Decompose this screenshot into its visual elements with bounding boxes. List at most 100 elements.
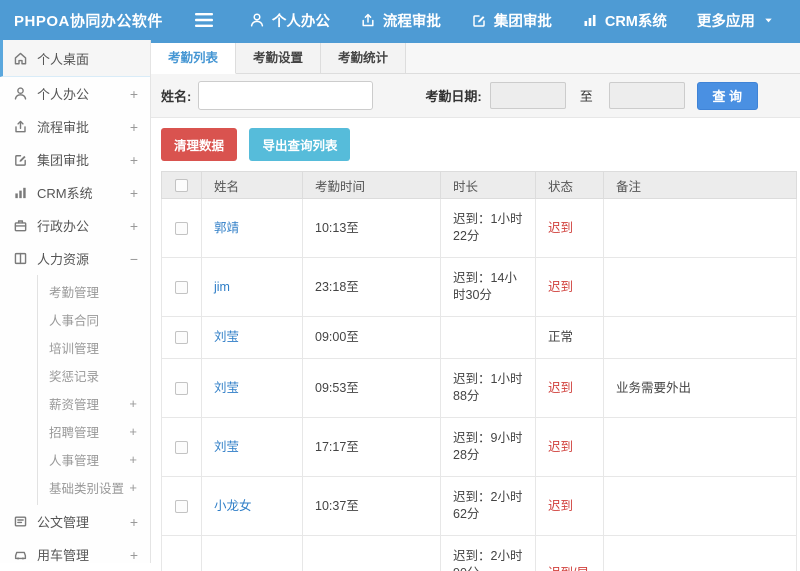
employee-name-link[interactable]: 小龙女 — [214, 499, 252, 513]
sidebar-sub-item-7[interactable]: 基础类别设置+ — [38, 473, 150, 501]
note — [604, 418, 797, 477]
tab-bar-filler — [406, 43, 800, 74]
sidebar-sub-item-3[interactable]: 奖惩记录 — [38, 361, 150, 389]
sidebar-item-1[interactable]: 个人办公 + — [0, 77, 150, 110]
employee-name-link[interactable]: 刘莹 — [214, 330, 239, 344]
employee-name-link[interactable]: 刘莹 — [214, 381, 239, 395]
table-row: 刘莹09:00至正常 — [162, 317, 797, 359]
topnav-label: CRM系统 — [605, 10, 667, 31]
sidebar-item-label: 用车管理 — [37, 545, 89, 564]
topnav-item-2[interactable]: 集团审批 — [471, 10, 552, 31]
sidebar-sub-item-label: 人事管理 — [49, 450, 99, 469]
table-row: 刘莹17:17至迟到：9小时28分迟到 — [162, 418, 797, 477]
user-icon — [249, 12, 265, 28]
topnav-item-3[interactable]: CRM系统 — [582, 10, 667, 31]
select-all-checkbox[interactable] — [175, 179, 188, 192]
date-to-input[interactable] — [609, 82, 685, 109]
collapse-minus-icon[interactable]: − — [130, 251, 138, 267]
attendance-time: 09:00至 — [303, 317, 441, 359]
sidebar-sub-item-1[interactable]: 人事合同 — [38, 305, 150, 333]
home-icon — [13, 51, 28, 66]
sidebar-item-0[interactable]: 个人桌面 — [0, 40, 150, 77]
user-icon — [13, 86, 28, 101]
topnav-label: 个人办公 — [272, 10, 330, 31]
sidebar-sub-item-label: 奖惩记录 — [49, 366, 99, 385]
row-checkbox[interactable] — [175, 500, 188, 513]
expand-plus-icon[interactable]: + — [130, 514, 138, 530]
sidebar-sub-item-5[interactable]: 招聘管理 + — [38, 417, 150, 445]
sidebar-item-5[interactable]: 行政办公 + — [0, 209, 150, 242]
menu-icon[interactable] — [195, 13, 213, 27]
column-header-2: 时长 — [441, 172, 536, 199]
sidebar-sub-item-label: 招聘管理 — [49, 422, 99, 441]
export-list-button[interactable]: 导出查询列表 — [249, 128, 350, 161]
status-badge: 迟到 — [548, 440, 573, 454]
name-input[interactable] — [198, 81, 373, 110]
main-content: 考勤列表考勤设置考勤统计 姓名: 考勤日期: 至 查 询 清理数据 导出查询列表… — [151, 40, 800, 571]
expand-plus-icon[interactable]: + — [129, 396, 137, 411]
sidebar-item-8[interactable]: 用车管理 + — [0, 538, 150, 571]
topnav-item-0[interactable]: 个人办公 — [249, 10, 330, 31]
sidebar-sub-item-0[interactable]: 考勤管理 — [38, 277, 150, 305]
expand-plus-icon[interactable]: + — [130, 86, 138, 102]
search-button[interactable]: 查 询 — [697, 82, 758, 110]
document-icon — [13, 514, 28, 529]
date-from-input[interactable] — [490, 82, 566, 109]
clear-data-button[interactable]: 清理数据 — [161, 128, 237, 161]
sidebar-item-3[interactable]: 集团审批 + — [0, 143, 150, 176]
expand-plus-icon[interactable]: + — [130, 119, 138, 135]
tab-0[interactable]: 考勤列表 — [151, 43, 236, 74]
sidebar: 个人桌面个人办公 + 流程审批 + 集团审批 + CRM系统 + 行政办公 + 人力资源− 考勤管理人… — [0, 40, 151, 563]
employee-name-link[interactable]: jim — [214, 280, 230, 294]
status-badge: 迟到 — [548, 221, 573, 235]
sidebar-sub-item-2[interactable]: 培训管理 — [38, 333, 150, 361]
expand-plus-icon[interactable]: + — [130, 218, 138, 234]
date-label: 考勤日期: — [425, 86, 481, 105]
expand-plus-icon[interactable]: + — [129, 480, 137, 495]
sidebar-item-label: 集团审批 — [37, 150, 89, 169]
row-checkbox[interactable] — [175, 222, 188, 235]
chart-icon — [582, 12, 598, 28]
row-checkbox[interactable] — [175, 382, 188, 395]
row-checkbox[interactable] — [175, 281, 188, 294]
expand-plus-icon[interactable]: + — [130, 185, 138, 201]
sidebar-sub-item-label: 培训管理 — [49, 338, 99, 357]
employee-name-link[interactable]: 刘莹 — [214, 440, 239, 454]
sidebar-sub-item-4[interactable]: 薪资管理+ — [38, 389, 150, 417]
tab-1[interactable]: 考勤设置 — [236, 43, 321, 74]
note — [604, 199, 797, 258]
expand-plus-icon[interactable]: + — [129, 452, 137, 467]
process-icon — [360, 12, 376, 28]
expand-plus-icon[interactable]: + — [130, 547, 138, 563]
tab-2[interactable]: 考勤统计 — [321, 43, 406, 74]
sidebar-item-label: 流程审批 — [37, 117, 89, 136]
row-checkbox[interactable] — [175, 331, 188, 344]
sidebar-item-label: CRM系统 — [37, 183, 93, 202]
row-checkbox[interactable] — [175, 441, 188, 454]
sidebar-item-6[interactable]: 人力资源− — [0, 242, 150, 275]
sidebar-item-label: 公文管理 — [37, 512, 89, 531]
sidebar-sub-item-6[interactable]: 人事管理 + — [38, 445, 150, 473]
sidebar-item-2[interactable]: 流程审批 + — [0, 110, 150, 143]
attendance-time: 10:37至 — [303, 477, 441, 536]
chart-icon — [13, 185, 28, 200]
attendance-time: 17:17至 — [303, 418, 441, 477]
expand-plus-icon[interactable]: + — [130, 152, 138, 168]
topnav-item-4[interactable]: 更多应用 — [697, 10, 774, 31]
column-header-4: 备注 — [604, 172, 797, 199]
sidebar-item-4[interactable]: CRM系统 + — [0, 176, 150, 209]
sidebar-sub-item-label: 考勤管理 — [49, 282, 99, 301]
table-row: 刘莹09:53至迟到：1小时88分迟到业务需要外出 — [162, 359, 797, 418]
edit-icon — [471, 12, 487, 28]
topnav-label: 集团审批 — [494, 10, 552, 31]
sidebar-item-7[interactable]: 公文管理 + — [0, 505, 150, 538]
sidebar-item-label: 行政办公 — [37, 216, 89, 235]
table-row: jim23:18至迟到：14小时30分迟到 — [162, 258, 797, 317]
duration — [441, 317, 536, 359]
topbar: PHPOA协同办公软件 个人办公流程审批集团审批CRM系统更多应用 — [0, 0, 800, 40]
employee-name-link[interactable]: 郭靖 — [214, 221, 239, 235]
topnav-item-1[interactable]: 流程审批 — [360, 10, 441, 31]
sidebar-item-label: 个人办公 — [37, 84, 89, 103]
expand-plus-icon[interactable]: + — [129, 424, 137, 439]
action-bar: 清理数据 导出查询列表 — [151, 118, 800, 170]
